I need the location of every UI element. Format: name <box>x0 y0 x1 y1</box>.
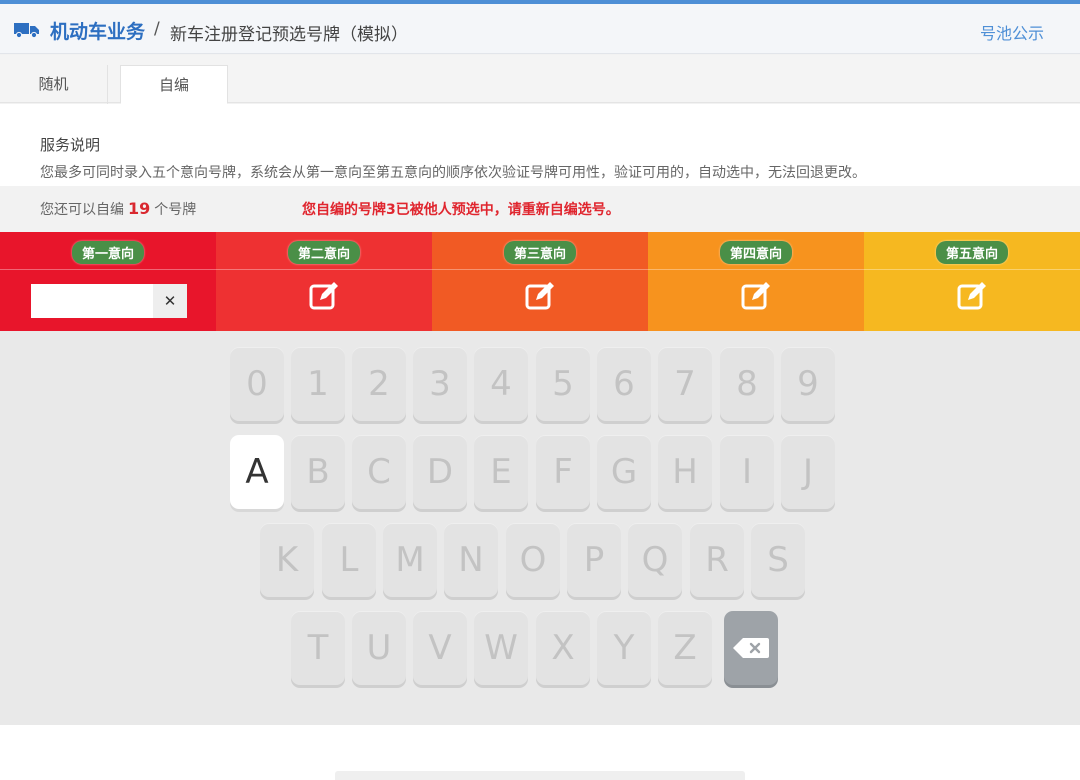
key-f[interactable]: F <box>536 435 590 509</box>
key-n[interactable]: N <box>444 523 498 597</box>
key-p[interactable]: P <box>567 523 621 597</box>
key-3[interactable]: 3 <box>413 347 467 421</box>
bottom-area <box>0 725 1080 780</box>
service-section: 服务说明 您最多可同时录入五个意向号牌，系统会从第一意向至第五意向的顺序依次验证… <box>0 104 1080 186</box>
key-5[interactable]: 5 <box>536 347 590 421</box>
key-m[interactable]: M <box>383 523 437 597</box>
remaining-suffix: 个号牌 <box>154 202 197 218</box>
key-c[interactable]: C <box>352 435 406 509</box>
edit-icon[interactable] <box>956 280 988 312</box>
key-1[interactable]: 1 <box>291 347 345 421</box>
key-y[interactable]: Y <box>597 611 651 685</box>
backspace-icon <box>733 638 769 658</box>
warning-message: 您自编的号牌3已被他人预选中，请重新自编选号。 <box>302 202 620 218</box>
key-9[interactable]: 9 <box>781 347 835 421</box>
key-v[interactable]: V <box>413 611 467 685</box>
key-e[interactable]: E <box>474 435 528 509</box>
breadcrumb-main[interactable]: 机动车业务 <box>50 17 145 44</box>
key-w[interactable]: W <box>474 611 528 685</box>
pool-public-link[interactable]: 号池公示 <box>980 20 1044 44</box>
submit-button[interactable] <box>335 771 745 780</box>
key-g[interactable]: G <box>597 435 651 509</box>
key-z[interactable]: Z <box>658 611 712 685</box>
preference-strip: 第一意向 ✕ 第二意向 第三意向 第四意向 第五意向 <box>0 232 1080 331</box>
edit-icon[interactable] <box>308 280 340 312</box>
key-u[interactable]: U <box>352 611 406 685</box>
edit-icon[interactable] <box>524 280 556 312</box>
preference-1-input-box: ✕ <box>31 284 187 318</box>
key-0[interactable]: 0 <box>230 347 284 421</box>
key-4[interactable]: 4 <box>474 347 528 421</box>
key-h[interactable]: H <box>658 435 712 509</box>
key-j[interactable]: J <box>781 435 835 509</box>
preference-4-label: 第四意向 <box>719 241 793 264</box>
backspace-button[interactable] <box>724 611 778 685</box>
preference-3-label: 第三意向 <box>503 241 577 264</box>
key-t[interactable]: T <box>291 611 345 685</box>
remaining-prefix: 您还可以自编 <box>40 202 124 218</box>
tab-random[interactable]: 随机 <box>0 65 108 104</box>
key-a[interactable]: A <box>230 435 284 509</box>
preference-2[interactable]: 第二意向 <box>216 232 432 331</box>
breadcrumb-separator: / <box>154 19 160 39</box>
edit-icon[interactable] <box>740 280 772 312</box>
info-bar: 您还可以自编 19 个号牌 您自编的号牌3已被他人预选中，请重新自编选号。 <box>0 186 1080 232</box>
tab-bar: 随机 自编 <box>0 55 1080 104</box>
key-r[interactable]: R <box>690 523 744 597</box>
key-l[interactable]: L <box>322 523 376 597</box>
plate-input[interactable] <box>31 284 153 318</box>
preference-1-label: 第一意向 <box>71 241 145 264</box>
key-7[interactable]: 7 <box>658 347 712 421</box>
key-o[interactable]: O <box>506 523 560 597</box>
page-title: 新车注册登记预选号牌（模拟） <box>170 25 408 45</box>
service-description: 您最多可同时录入五个意向号牌，系统会从第一意向至第五意向的顺序依次验证号牌可用性… <box>40 165 866 181</box>
service-title: 服务说明 <box>40 136 101 154</box>
plate-keyboard: 0 1 2 3 4 5 6 7 8 9 A B C D E F G H I J … <box>0 331 1080 725</box>
remaining-count: 您还可以自编 19 个号牌 <box>40 199 196 219</box>
key-q[interactable]: Q <box>628 523 682 597</box>
key-i[interactable]: I <box>720 435 774 509</box>
key-2[interactable]: 2 <box>352 347 406 421</box>
tab-custom[interactable]: 自编 <box>120 65 228 104</box>
key-6[interactable]: 6 <box>597 347 651 421</box>
preference-4[interactable]: 第四意向 <box>648 232 864 331</box>
key-x[interactable]: X <box>536 611 590 685</box>
key-b[interactable]: B <box>291 435 345 509</box>
preference-2-label: 第二意向 <box>287 241 361 264</box>
truck-icon <box>14 23 39 38</box>
preference-5-label: 第五意向 <box>935 241 1009 264</box>
header: 机动车业务 / 新车注册登记预选号牌（模拟） 号池公示 <box>0 4 1080 54</box>
key-8[interactable]: 8 <box>720 347 774 421</box>
key-d[interactable]: D <box>413 435 467 509</box>
preference-5[interactable]: 第五意向 <box>864 232 1080 331</box>
preference-3[interactable]: 第三意向 <box>432 232 648 331</box>
preference-1: 第一意向 ✕ <box>0 232 216 331</box>
close-icon[interactable]: ✕ <box>153 284 187 318</box>
key-k[interactable]: K <box>260 523 314 597</box>
key-s[interactable]: S <box>751 523 805 597</box>
remaining-number: 19 <box>128 199 151 218</box>
